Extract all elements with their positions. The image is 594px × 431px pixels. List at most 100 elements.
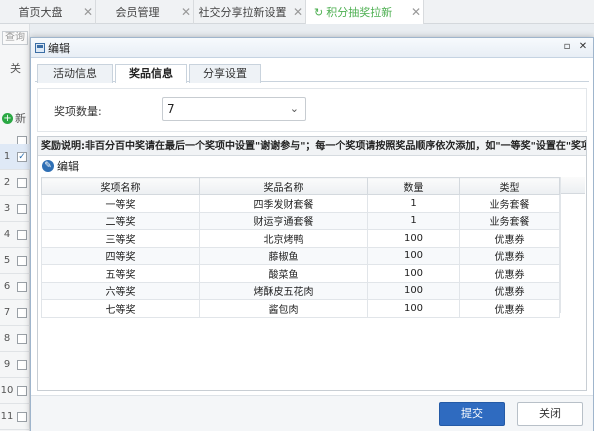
submit-button[interactable]: 提交 [439,402,505,426]
type-cell: 优惠券 [459,229,560,248]
prize-level-cell: 六等奖 [41,281,200,300]
list-row[interactable]: 5 [0,248,30,274]
query-button[interactable]: 查询 [2,31,28,45]
top-tab-members[interactable]: 会员管理 ✕ [96,0,194,24]
table-row[interactable]: 七等奖 酱包肉 100 优惠券 [41,299,560,318]
close-icon[interactable]: ✕ [577,41,589,53]
list-row[interactable]: 9 [0,352,30,378]
prize-name-cell: 财运亨通套餐 [199,211,368,230]
prize-name-cell: 藤椒鱼 [199,246,368,265]
prize-name-cell: 酱包肉 [199,299,368,318]
quantity-cell: 100 [367,281,460,300]
row-checkbox[interactable] [17,411,27,422]
table-row[interactable]: 四等奖 藤椒鱼 100 优惠券 [41,246,560,265]
row-checkbox[interactable] [17,281,27,292]
close-icon[interactable]: ✕ [409,5,423,19]
list-row[interactable]: 10 [0,378,30,404]
type-cell: 优惠券 [459,299,560,318]
list-row[interactable]: 8 [0,326,30,352]
top-tab-label: 社交分享拉新设置 [198,6,287,19]
prize-level-cell: 一等奖 [41,194,200,213]
close-icon[interactable]: ✕ [179,5,193,19]
prize-grid: 奖励说明:非百分百中奖请在最后一个奖项中设置"谢谢参与"；每一个奖项请按照奖品顺… [37,136,587,391]
table-row[interactable]: 一等奖 四季发财套餐 1 业务套餐 [41,194,560,213]
edit-button[interactable]: ✎ 编辑 [38,156,586,176]
window-icon [35,42,45,53]
prize-level-cell: 五等奖 [41,264,200,283]
top-tab-dashboard[interactable]: 首页大盘 ✕ [0,0,96,24]
chevron-down-icon: ⌄ [289,102,299,115]
quantity-cell: 100 [367,264,460,283]
prize-level-cell: 四等奖 [41,246,200,265]
top-tab-label: 积分抽奖拉新 [326,6,393,19]
dialog-title: 编辑 [48,41,70,55]
type-cell: 业务套餐 [459,211,560,230]
edit-button-label: 编辑 [57,160,79,173]
table-row[interactable]: 二等奖 财运亨通套餐 1 业务套餐 [41,211,560,230]
row-checkbox[interactable] [17,229,27,240]
prize-count-panel: 奖项数量: 7 ⌄ [37,88,587,132]
close-icon[interactable]: ✕ [81,5,95,19]
dialog-footer: 提交 关闭 [31,395,593,431]
tab-prize-info[interactable]: 奖品信息 [115,64,187,83]
top-tab-social-share[interactable]: 社交分享拉新设置 ✕ [194,0,306,24]
pencil-icon: ✎ [42,160,54,172]
prize-level-cell: 三等奖 [41,229,200,248]
row-checkbox[interactable] [17,333,27,344]
quantity-cell: 1 [367,194,460,213]
table-row[interactable]: 五等奖 酸菜鱼 100 优惠券 [41,264,560,283]
prize-name-cell: 北京烤鸭 [199,229,368,248]
maximize-icon[interactable]: ▫ [561,41,573,53]
column-header[interactable]: 奖项名称 [41,177,200,195]
grid-filler-column [560,177,585,313]
prize-level-cell: 七等奖 [41,299,200,318]
prize-name-cell: 酸菜鱼 [199,264,368,283]
top-tab-bar: 首页大盘 ✕ 会员管理 ✕ 社交分享拉新设置 ✕ ↻ 积分抽奖拉新 ✕ [0,0,594,24]
column-header[interactable]: 奖品名称 [199,177,368,195]
list-row[interactable]: 2 [0,170,30,196]
quantity-cell: 100 [367,299,460,318]
row-checkbox[interactable]: ✓ [17,151,27,162]
row-checkbox[interactable] [17,307,27,318]
column-header[interactable]: 类型 [459,177,560,195]
top-tab-points-lottery[interactable]: ↻ 积分抽奖拉新 ✕ [306,0,424,24]
prize-name-cell: 四季发财套餐 [199,194,368,213]
tab-activity-info[interactable]: 活动信息 [37,64,113,83]
filter-label: 关 [10,62,21,75]
prize-notice: 奖励说明:非百分百中奖请在最后一个奖项中设置"谢谢参与"；每一个奖项请按照奖品顺… [38,137,586,156]
refresh-icon[interactable]: ↻ [314,6,323,19]
table-row[interactable]: 三等奖 北京烤鸭 100 优惠券 [41,229,560,248]
row-checkbox[interactable] [17,359,27,370]
prize-count-label: 奖项数量: [54,105,102,118]
column-header[interactable]: 数量 [367,177,460,195]
row-checkbox[interactable] [17,385,27,396]
quantity-cell: 100 [367,229,460,248]
type-cell: 优惠券 [459,246,560,265]
quantity-cell: 1 [367,211,460,230]
list-row[interactable]: 1 ✓ [0,144,30,170]
prize-name-cell: 烤酥皮五花肉 [199,281,368,300]
prize-count-value: 7 [167,102,175,116]
edit-dialog: 编辑 ▫ ✕ 活动信息 奖品信息 分享设置 奖项数量: 7 ⌄ 奖励说明:非百分… [30,37,594,431]
tab-share-settings[interactable]: 分享设置 [189,64,261,83]
new-button-label: 新 [15,112,26,125]
list-row[interactable]: 4 [0,222,30,248]
list-row[interactable]: 3 [0,196,30,222]
close-button[interactable]: 关闭 [517,402,583,426]
list-row[interactable]: 6 [0,274,30,300]
table-header-row: 奖项名称 奖品名称 数量 类型 [41,177,560,195]
row-checkbox[interactable] [17,203,27,214]
prize-count-select[interactable]: 7 ⌄ [162,97,306,121]
row-checkbox[interactable] [17,177,27,188]
prize-table: 奖项名称 奖品名称 数量 类型 一等奖 四季发财套餐 1 业务套餐 二等奖 财运… [41,177,560,318]
dialog-title-bar[interactable]: 编辑 ▫ ✕ [31,38,593,58]
table-row[interactable]: 六等奖 烤酥皮五花肉 100 优惠券 [41,281,560,300]
row-checkbox[interactable] [17,255,27,266]
type-cell: 优惠券 [459,281,560,300]
plus-icon: + [2,112,13,124]
list-row[interactable]: 7 [0,300,30,326]
new-button[interactable]: + 新 [2,110,26,126]
quantity-cell: 100 [367,246,460,265]
list-row[interactable]: 11 [0,404,30,430]
close-icon[interactable]: ✕ [291,5,305,19]
